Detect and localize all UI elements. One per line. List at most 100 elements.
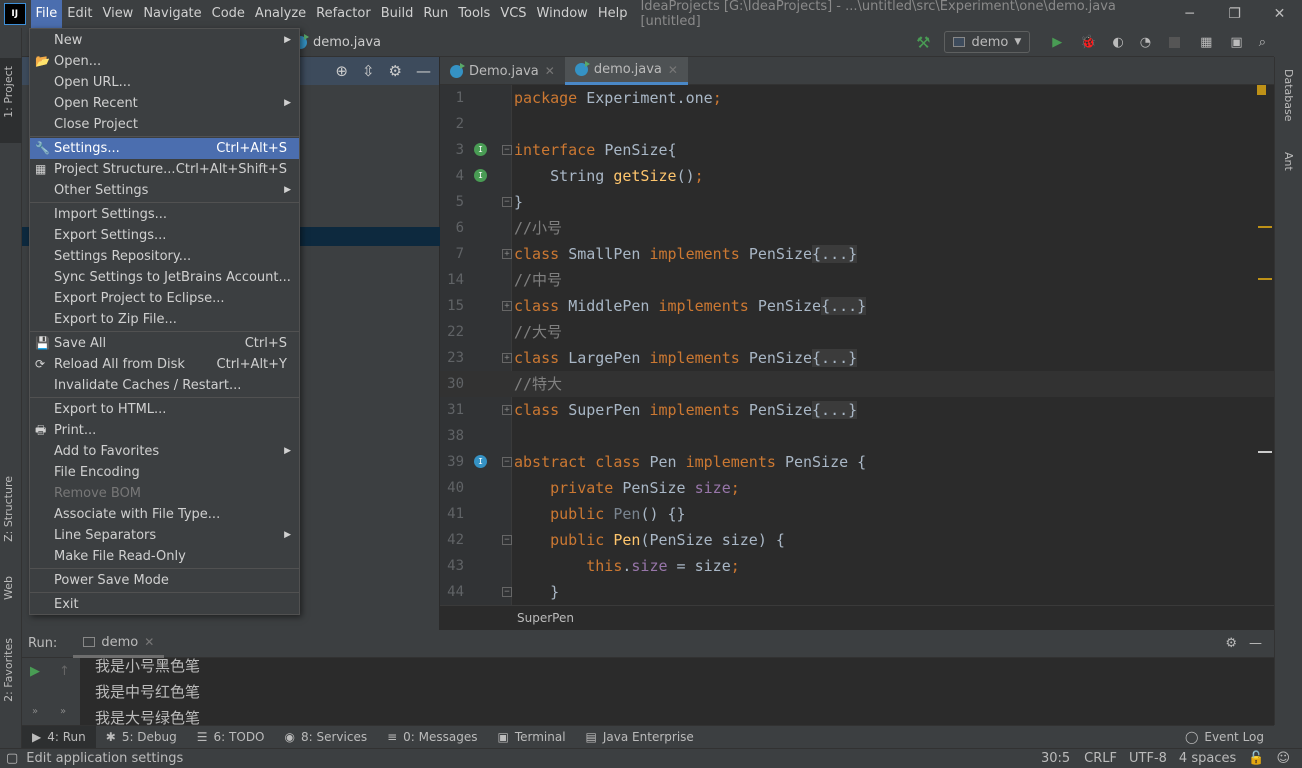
toggle-tool-windows-icon[interactable]: ▢ bbox=[6, 751, 18, 766]
fold-collapse-icon[interactable]: − bbox=[502, 535, 512, 545]
breadcrumb[interactable]: SuperPen bbox=[440, 605, 1274, 630]
menu-edit[interactable]: Edit bbox=[62, 0, 97, 28]
menu-item-save-all[interactable]: 💾 Save All Ctrl+S bbox=[30, 333, 299, 354]
menu-item-open-url[interactable]: Open URL... bbox=[30, 72, 299, 93]
tool-tab-run[interactable]: ▶ 4: Run bbox=[22, 725, 96, 749]
menu-item-add-to-favorites[interactable]: Add to Favorites ▶ bbox=[30, 441, 299, 462]
overridden-icon[interactable]: I bbox=[474, 455, 487, 468]
menu-item-file-encoding[interactable]: File Encoding bbox=[30, 462, 299, 483]
menu-refactor[interactable]: Refactor bbox=[311, 0, 376, 28]
lock-icon[interactable]: 🔓 bbox=[1248, 751, 1264, 766]
fold-collapse-icon[interactable]: − bbox=[502, 145, 512, 155]
close-window-button[interactable]: ✕ bbox=[1257, 6, 1302, 22]
menu-item-open[interactable]: 📂 Open... bbox=[30, 51, 299, 72]
more-icon[interactable]: » bbox=[60, 706, 66, 717]
menu-build[interactable]: Build bbox=[376, 0, 419, 28]
tab-demo-java[interactable]: demo.java ✕ bbox=[564, 57, 688, 85]
fold-collapse-icon[interactable]: − bbox=[502, 457, 512, 467]
structure-tool-tab[interactable]: Z: Structure bbox=[2, 476, 15, 542]
file-encoding[interactable]: UTF-8 bbox=[1129, 751, 1167, 766]
database-tool-tab[interactable]: Database bbox=[1282, 69, 1295, 122]
menu-item-associate-with-file-type[interactable]: Associate with File Type... bbox=[30, 504, 299, 525]
tool-tab-services[interactable]: ◉ 8: Services bbox=[275, 726, 378, 749]
fold-expand-icon[interactable]: + bbox=[502, 405, 512, 415]
nav-file[interactable]: demo.java bbox=[313, 35, 381, 50]
more-icon[interactable]: » bbox=[32, 706, 38, 717]
minimize-button[interactable]: ─ bbox=[1167, 6, 1212, 22]
menu-vcs[interactable]: VCS bbox=[495, 0, 531, 28]
fold-expand-icon[interactable]: + bbox=[502, 301, 512, 311]
menu-item-export-to-zip-file[interactable]: Export to Zip File... bbox=[30, 309, 299, 330]
build-hammer-icon[interactable]: ⚒ bbox=[916, 33, 930, 52]
menu-item-project-structure[interactable]: ▦ Project Structure... Ctrl+Alt+Shift+S bbox=[30, 159, 299, 180]
terminal-window-icon[interactable]: ▣ bbox=[1230, 35, 1242, 50]
menu-tools[interactable]: Tools bbox=[453, 0, 495, 28]
hide-icon[interactable]: — bbox=[1249, 636, 1262, 651]
inspector-icon[interactable]: ☺ bbox=[1276, 751, 1290, 766]
menu-item-export-to-html[interactable]: Export to HTML... bbox=[30, 399, 299, 420]
rerun-icon[interactable]: ▶ bbox=[30, 664, 40, 679]
menu-help[interactable]: Help bbox=[593, 0, 633, 28]
menu-item-settings-repository[interactable]: Settings Repository... bbox=[30, 246, 299, 267]
tool-tab-terminal[interactable]: ▣ Terminal bbox=[487, 726, 575, 749]
indent-setting[interactable]: 4 spaces bbox=[1179, 751, 1236, 766]
ant-tool-tab[interactable]: Ant bbox=[1282, 152, 1295, 171]
run-config-select[interactable]: demo ▼ bbox=[944, 31, 1031, 53]
maximize-button[interactable]: ❐ bbox=[1212, 6, 1257, 22]
close-icon[interactable]: ✕ bbox=[668, 63, 678, 77]
hide-icon[interactable]: — bbox=[416, 62, 431, 80]
menu-window[interactable]: Window bbox=[532, 0, 593, 28]
menu-item-open-recent[interactable]: Open Recent ▶ bbox=[30, 93, 299, 114]
tool-tab-messages[interactable]: ≡ 0: Messages bbox=[377, 726, 487, 749]
collapse-all-icon[interactable]: ⇳ bbox=[362, 62, 375, 80]
menu-item-other-settings[interactable]: Other Settings ▶ bbox=[30, 180, 299, 201]
menu-item-power-save-mode[interactable]: Power Save Mode bbox=[30, 570, 299, 591]
menu-analyze[interactable]: Analyze bbox=[250, 0, 311, 28]
project-structure-icon[interactable]: ▦ bbox=[1200, 35, 1212, 50]
menu-item-export-settings[interactable]: Export Settings... bbox=[30, 225, 299, 246]
menu-item-import-settings[interactable]: Import Settings... bbox=[30, 204, 299, 225]
project-tool-tab[interactable]: 1: Project bbox=[2, 66, 15, 118]
code-editor[interactable]: 1 package Experiment.one; 2 3 I − interface Pe… bbox=[440, 85, 1274, 605]
menu-file[interactable]: File bbox=[30, 0, 63, 28]
web-tool-tab[interactable]: Web bbox=[2, 576, 15, 600]
gear-icon[interactable]: ⚙ bbox=[389, 62, 402, 80]
stop-icon[interactable] bbox=[1169, 36, 1181, 48]
locate-icon[interactable]: ⊕ bbox=[335, 62, 348, 80]
gear-icon[interactable]: ⚙ bbox=[1225, 636, 1237, 651]
tool-tab-todo[interactable]: ☰ 6: TODO bbox=[187, 726, 275, 749]
menu-item-print[interactable]: 🖶 Print... bbox=[30, 420, 299, 441]
menu-item-settings[interactable]: 🔧 Settings... Ctrl+Alt+S bbox=[30, 138, 299, 159]
menu-code[interactable]: Code bbox=[207, 0, 250, 28]
menu-item-close-project[interactable]: Close Project bbox=[30, 114, 299, 135]
fold-collapse-icon[interactable]: − bbox=[502, 197, 512, 207]
fold-expand-icon[interactable]: + bbox=[502, 249, 512, 259]
tab-demo-java[interactable]: Demo.java ✕ bbox=[440, 57, 565, 85]
up-arrow-icon[interactable]: ↑ bbox=[59, 664, 70, 679]
menu-navigate[interactable]: Navigate bbox=[138, 0, 206, 28]
coverage-icon[interactable]: ◐ bbox=[1112, 35, 1123, 50]
implemented-icon[interactable]: I bbox=[474, 169, 487, 182]
profile-icon[interactable]: ◔ bbox=[1140, 35, 1151, 50]
line-separator[interactable]: CRLF bbox=[1084, 751, 1117, 766]
menu-item-make-file-read-only[interactable]: Make File Read-Only bbox=[30, 546, 299, 567]
fold-expand-icon[interactable]: + bbox=[502, 353, 512, 363]
menu-item-line-separators[interactable]: Line Separators ▶ bbox=[30, 525, 299, 546]
caret-position[interactable]: 30:5 bbox=[1041, 751, 1070, 766]
close-icon[interactable]: ✕ bbox=[144, 635, 154, 649]
close-icon[interactable]: ✕ bbox=[545, 64, 555, 78]
tool-tab-javaenterprise[interactable]: ▤ Java Enterprise bbox=[576, 726, 704, 749]
implemented-icon[interactable]: I bbox=[474, 143, 487, 156]
menu-view[interactable]: View bbox=[97, 0, 138, 28]
tool-tab-debug[interactable]: ✱ 5: Debug bbox=[96, 726, 187, 749]
menu-item-export-project-to-eclipse[interactable]: Export Project to Eclipse... bbox=[30, 288, 299, 309]
menu-item-reload-all-from-disk[interactable]: ⟳ Reload All from Disk Ctrl+Alt+Y bbox=[30, 354, 299, 375]
menu-item-sync-settings-to-jetbrains-account[interactable]: Sync Settings to JetBrains Account... bbox=[30, 267, 299, 288]
debug-bug-icon[interactable]: 🐞 bbox=[1080, 35, 1096, 50]
fold-collapse-icon[interactable]: − bbox=[502, 587, 512, 597]
search-icon[interactable]: ⌕ bbox=[1259, 35, 1266, 50]
menu-run[interactable]: Run bbox=[418, 0, 453, 28]
menu-item-new[interactable]: New ▶ bbox=[30, 30, 299, 51]
menu-item-exit[interactable]: Exit bbox=[30, 594, 299, 615]
event-log-tab[interactable]: ◯ Event Log bbox=[1175, 726, 1274, 749]
